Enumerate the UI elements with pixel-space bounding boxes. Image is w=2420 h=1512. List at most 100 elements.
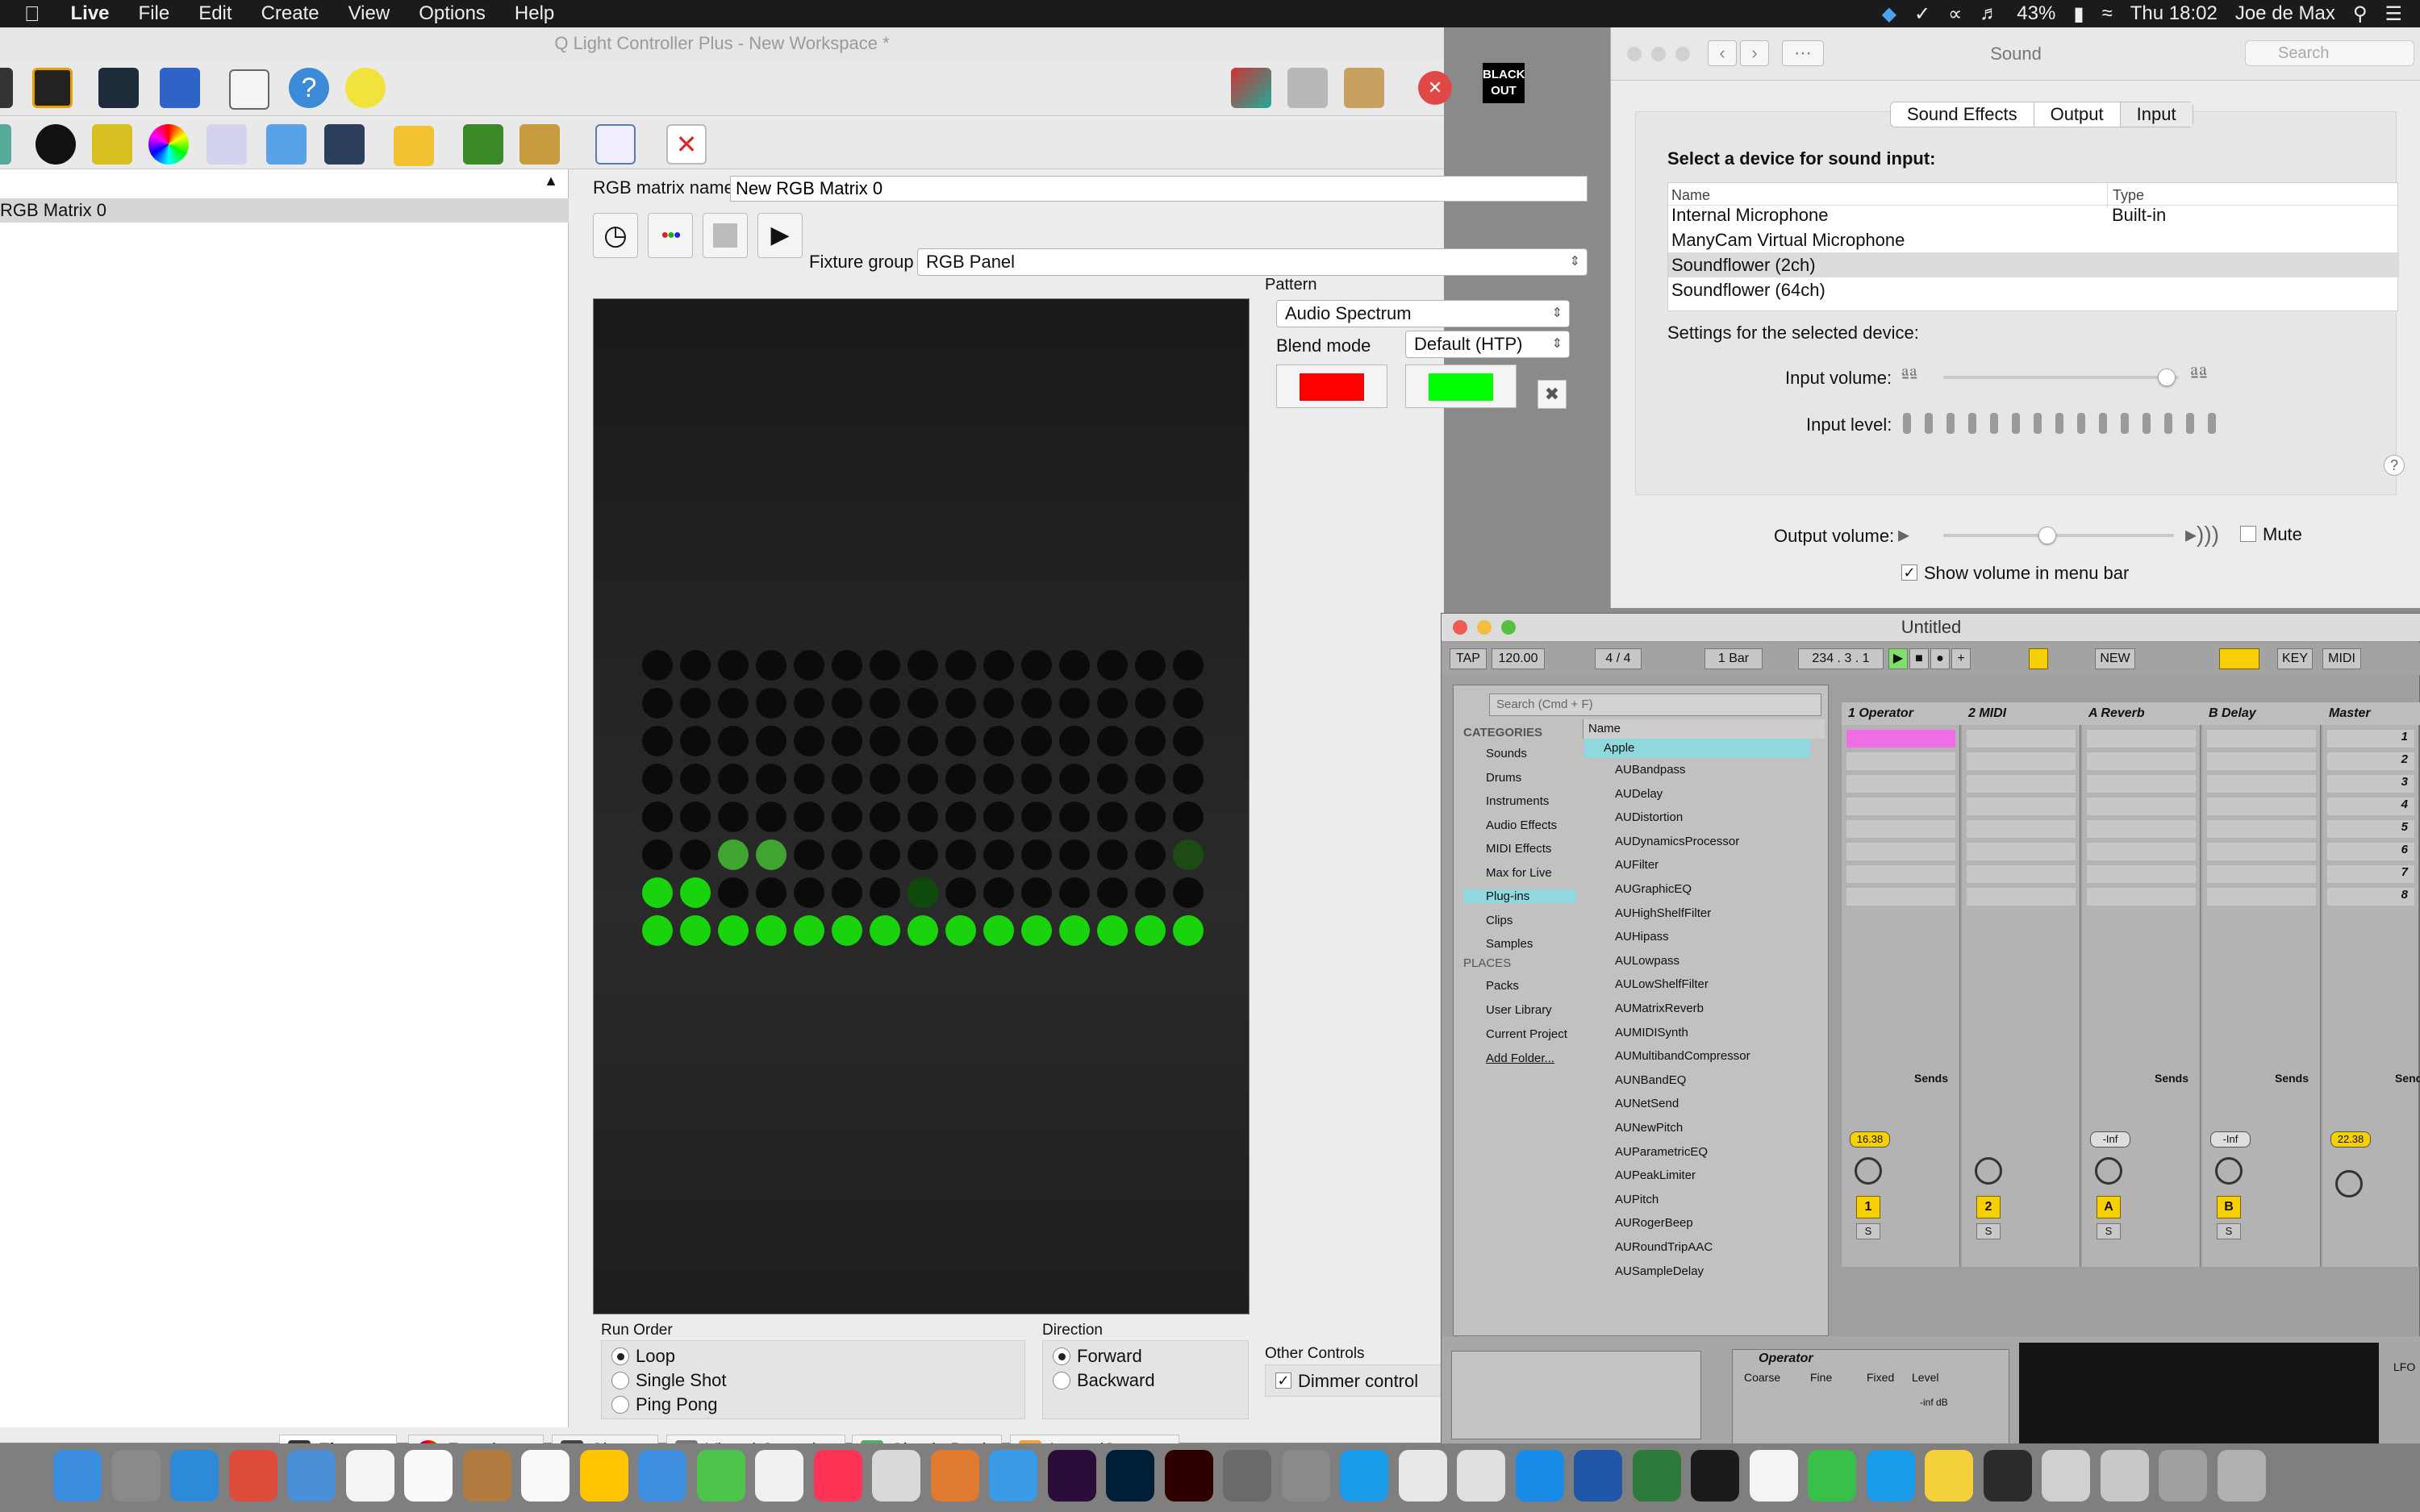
plugin-item[interactable]: AUHighShelfFilter [1615,906,1711,920]
clip-slot[interactable] [1967,752,2076,770]
sequence-icon[interactable] [92,124,132,165]
add-fixture-icon[interactable] [1231,68,1271,108]
device-row-selected[interactable]: Soundflower (2ch) [1668,252,2399,277]
facetime-icon[interactable] [696,1450,745,1502]
word-icon[interactable] [1574,1450,1622,1502]
plugin-item[interactable]: AUDistortion [1615,810,1683,824]
plugin-item[interactable]: AULowShelfFilter [1615,977,1709,991]
activity-icon[interactable] [872,1450,920,1502]
category-item[interactable]: Audio Effects [1463,818,1557,832]
sublime-icon[interactable] [1398,1450,1447,1502]
menu-live[interactable]: Live [71,2,110,25]
input-volume-slider[interactable] [1943,369,2179,386]
textedit-icon[interactable] [1749,1450,1798,1502]
clip-slot[interactable] [1846,865,1955,883]
menu-options[interactable]: Options [419,2,486,25]
safari-icon[interactable] [170,1450,219,1502]
whatsapp-icon[interactable] [1808,1450,1856,1502]
window-icon[interactable] [229,69,269,110]
clip-slot[interactable] [2207,752,2316,770]
plugin-item[interactable]: AUMIDISynth [1615,1026,1688,1039]
dimmer-control-checkbox[interactable]: ✓ [1275,1372,1291,1389]
pan-knob[interactable] [2095,1157,2122,1185]
edit-icon[interactable] [32,68,73,108]
plugin-item[interactable]: AUNewPitch [1615,1121,1683,1135]
qlcplus-icon[interactable] [1925,1450,1973,1502]
archive-icon[interactable] [2100,1450,2149,1502]
messages-icon[interactable] [638,1450,686,1502]
tab-input[interactable]: Input [2120,102,2193,127]
wifi-icon[interactable]: ≈ [2102,2,2113,25]
books-icon[interactable] [930,1450,979,1502]
category-item[interactable]: Max for Live [1463,866,1552,880]
end-color-button[interactable] [1405,364,1517,408]
plugin-item[interactable]: AUBandpass [1615,763,1686,777]
clip-slot[interactable] [1846,752,1955,770]
zoom-window-button[interactable] [1501,620,1516,635]
clip-slot[interactable] [1846,775,1955,793]
clip-slot[interactable] [2087,888,2196,906]
monitor-icon[interactable] [98,68,139,108]
plugin-item[interactable]: AUHipass [1615,930,1669,943]
preferences-icon[interactable] [1281,1450,1330,1502]
clip-slot[interactable] [1967,775,2076,793]
photos-icon[interactable] [579,1450,628,1502]
plugin-item[interactable]: AULowpass [1615,954,1679,968]
pan-knob[interactable] [2215,1157,2243,1185]
output-volume-knob[interactable] [2038,527,2056,544]
tab-sound-effects[interactable]: Sound Effects [1891,102,2034,127]
category-item[interactable]: Instruments [1463,794,1549,808]
colors-button[interactable]: ●●● [648,213,693,258]
solo-button[interactable]: S [1856,1223,1880,1239]
menu-edit[interactable]: Edit [198,2,232,25]
ping-pong-radio[interactable] [611,1396,629,1414]
category-item[interactable]: Plug-ins [1463,889,1576,903]
play-button[interactable]: ▶ [1888,648,1908,669]
category-item[interactable]: Samples [1463,937,1533,951]
plugin-item[interactable]: AUSampleDelay [1615,1264,1704,1278]
pan-knob[interactable] [1975,1157,2002,1185]
plugin-item[interactable]: AUPitch [1615,1193,1659,1206]
qlc-icon[interactable] [1632,1450,1681,1502]
solo-button[interactable]: S [2217,1223,2241,1239]
name-column-header[interactable]: Name [1583,719,1825,739]
matrix-name-input[interactable] [730,176,1588,202]
photoshop-icon[interactable] [1106,1450,1154,1502]
reminders-icon[interactable] [521,1450,570,1502]
track-activator[interactable]: 1 [1856,1196,1880,1218]
clip-slot[interactable] [1846,820,1955,838]
speed-dial-button[interactable]: ◷ [593,213,638,258]
twitter-icon[interactable]: ◆ [1882,2,1896,26]
solo-button[interactable]: S [2097,1223,2121,1239]
device-row[interactable]: ManyCam Virtual Microphone [1668,227,2399,252]
live-edit-icon[interactable] [1287,68,1328,108]
clip-slot[interactable] [2087,820,2196,838]
reset-end-color-button[interactable]: ✖ [1538,380,1567,409]
clip-slot[interactable] [2207,865,2316,883]
search-icon[interactable]: ⚲ [2353,2,2368,26]
preview-button[interactable]: ▶ [757,213,803,258]
clip-slot[interactable]: 6 [2327,843,2414,860]
clip-slot[interactable] [2087,752,2196,770]
downloads-icon[interactable] [2042,1450,2090,1502]
pattern-select[interactable]: Audio Spectrum ⇕ [1276,300,1570,327]
pan-knob[interactable] [1855,1157,1882,1185]
plugin-item[interactable]: AUParametricEQ [1615,1145,1708,1159]
clip-slot[interactable] [2087,775,2196,793]
trash-icon[interactable] [2217,1450,2266,1502]
clip-slot[interactable] [2087,798,2196,815]
clip-slot[interactable] [1967,843,2076,860]
delete-icon[interactable]: ✕ [666,124,707,165]
menu-view[interactable]: View [348,2,390,25]
volume-readout[interactable]: 22.38 [2330,1131,2371,1148]
folder-apple[interactable]: Apple [1584,739,1810,758]
collection-icon[interactable] [207,124,247,165]
plugin-item[interactable]: AUDynamicsProcessor [1615,835,1739,848]
plugin-item[interactable]: AUMultibandCompressor [1615,1049,1750,1063]
add-button[interactable]: + [1951,648,1971,669]
blackout-button[interactable]: BLACK OUT [1483,63,1525,103]
place-item[interactable]: Packs [1463,979,1519,993]
help-icon[interactable]: ? [289,68,329,108]
itunes-icon[interactable] [813,1450,862,1502]
clip-slot[interactable] [1967,798,2076,815]
